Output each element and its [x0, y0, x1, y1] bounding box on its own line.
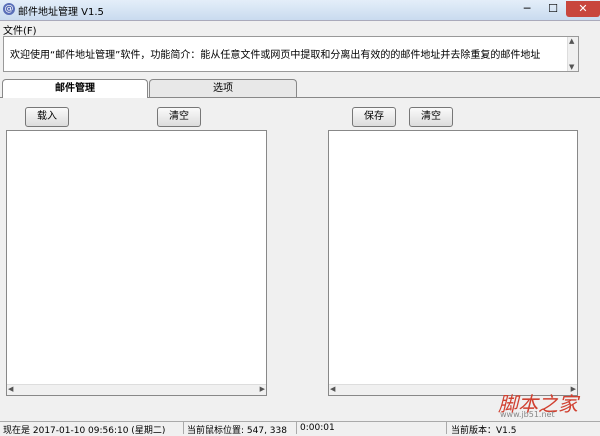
source-hscrollbar[interactable]: ◀ ▶: [7, 384, 266, 395]
tab-strip: 邮件管理 选项: [0, 79, 600, 98]
menu-bar: 文件(F): [0, 21, 600, 37]
menu-file[interactable]: 文件(F): [3, 22, 37, 37]
result-textarea[interactable]: ◀ ▶: [328, 130, 578, 396]
watermark-url: www.jb51.net: [500, 410, 555, 419]
status-version: 当前版本：V1.5: [451, 426, 517, 436]
load-button[interactable]: 载入: [25, 107, 69, 127]
minimize-button[interactable]: ─: [514, 1, 540, 17]
scroll-down-icon[interactable]: ▼: [569, 63, 574, 71]
close-button[interactable]: ✕: [566, 1, 600, 17]
scroll-left-icon[interactable]: ◀: [330, 385, 335, 393]
tab-options[interactable]: 选项: [149, 79, 297, 97]
clear-left-button[interactable]: 清空: [157, 107, 201, 127]
status-elapsed: 0:00:01: [300, 423, 335, 433]
source-textarea[interactable]: ◀ ▶: [6, 130, 267, 396]
clear-right-button[interactable]: 清空: [409, 107, 453, 127]
status-divider: [446, 422, 447, 434]
scroll-right-icon[interactable]: ▶: [260, 385, 265, 393]
maximize-button[interactable]: ☐: [540, 1, 566, 17]
scroll-up-icon[interactable]: ▲: [569, 37, 574, 45]
info-scrollbar[interactable]: ▲ ▼: [567, 37, 578, 71]
status-mouse: 当前鼠标位置: 547, 338: [187, 426, 287, 436]
info-box: 欢迎使用“邮件地址管理”软件，功能简介：能从任意文件或网页中提取和分离出有效的的…: [3, 36, 579, 72]
status-time: 现在是 2017-01-10 09:56:10 (星期二): [3, 426, 166, 436]
info-text: 欢迎使用“邮件地址管理”软件，功能简介：能从任意文件或网页中提取和分离出有效的的…: [10, 50, 541, 61]
save-button[interactable]: 保存: [352, 107, 396, 127]
status-divider: [183, 422, 184, 434]
tab-mail-management[interactable]: 邮件管理: [2, 79, 148, 98]
status-bar: 现在是 2017-01-10 09:56:10 (星期二) 当前鼠标位置: 54…: [0, 421, 600, 436]
status-divider: [296, 422, 297, 434]
app-icon: @: [3, 3, 15, 15]
title-bar: @ 邮件地址管理 V1.5 ─ ☐ ✕: [0, 0, 600, 21]
window-title: 邮件地址管理 V1.5: [18, 7, 104, 18]
scroll-left-icon[interactable]: ◀: [8, 385, 13, 393]
